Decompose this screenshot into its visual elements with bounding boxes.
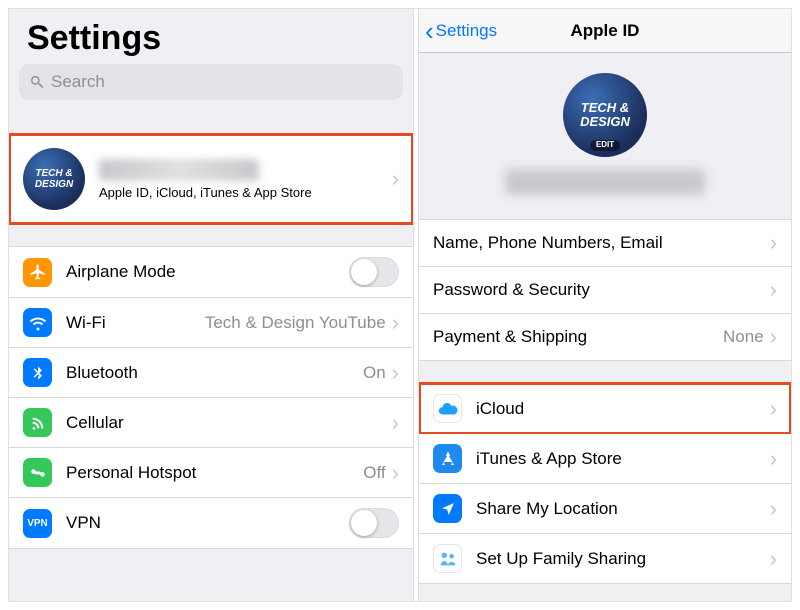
user-name-blurred xyxy=(99,159,259,181)
avatar-edit-pill[interactable]: EDIT xyxy=(590,140,620,151)
page-title: Settings xyxy=(9,9,413,64)
cellular-icon xyxy=(23,408,52,437)
location-icon xyxy=(433,494,462,523)
chevron-right-icon: › xyxy=(392,168,399,190)
wifi-row[interactable]: Wi-Fi Tech & Design YouTube › xyxy=(9,298,413,348)
icloud-label: iCloud xyxy=(476,399,770,419)
airplane-toggle[interactable] xyxy=(349,257,399,287)
back-label: Settings xyxy=(436,21,497,41)
airplane-icon xyxy=(23,258,52,287)
chevron-right-icon: › xyxy=(770,548,777,570)
search-placeholder: Search xyxy=(51,72,105,92)
payment-shipping-row[interactable]: Payment & Shipping None › xyxy=(419,314,791,361)
hotspot-icon xyxy=(23,458,52,487)
chevron-right-icon: › xyxy=(392,412,399,434)
avatar: TECH & DESIGN xyxy=(23,148,85,210)
search-icon xyxy=(29,74,45,90)
wifi-label: Wi-Fi xyxy=(66,313,205,333)
name-phone-email-row[interactable]: Name, Phone Numbers, Email › xyxy=(419,219,791,267)
chevron-right-icon: › xyxy=(770,448,777,470)
chevron-right-icon: › xyxy=(392,362,399,384)
chevron-right-icon: › xyxy=(770,498,777,520)
apple-id-row[interactable]: TECH & DESIGN Apple ID, iCloud, iTunes &… xyxy=(9,134,413,224)
chevron-right-icon: › xyxy=(770,279,777,301)
navbar: ‹ Settings Apple ID xyxy=(419,9,791,53)
avatar[interactable]: TECH & DESIGN EDIT xyxy=(563,73,647,157)
profile-header: TECH & DESIGN EDIT xyxy=(419,53,791,219)
airplane-label: Airplane Mode xyxy=(66,262,349,282)
share-location-row[interactable]: Share My Location › xyxy=(419,484,791,534)
family-sharing-row[interactable]: Set Up Family Sharing › xyxy=(419,534,791,584)
appstore-icon xyxy=(433,444,462,473)
chevron-right-icon: › xyxy=(770,232,777,254)
chevron-right-icon: › xyxy=(392,462,399,484)
apple-id-pane: ‹ Settings Apple ID TECH & DESIGN EDIT N… xyxy=(418,9,791,601)
hotspot-row[interactable]: Personal Hotspot Off › xyxy=(9,448,413,498)
user-name-blurred xyxy=(505,169,705,195)
payment-value: None xyxy=(723,327,764,347)
vpn-label: VPN xyxy=(66,513,349,533)
vpn-row[interactable]: VPN VPN xyxy=(9,498,413,549)
family-icon xyxy=(433,544,462,573)
back-button[interactable]: ‹ Settings xyxy=(425,18,497,44)
bluetooth-icon xyxy=(23,358,52,387)
share-location-label: Share My Location xyxy=(476,499,770,519)
vpn-icon: VPN xyxy=(23,509,52,538)
settings-pane: Settings Search TECH & DESIGN Apple ID, … xyxy=(9,9,414,601)
wifi-icon xyxy=(23,308,52,337)
icloud-icon xyxy=(433,394,462,423)
family-label: Set Up Family Sharing xyxy=(476,549,770,569)
hotspot-value: Off xyxy=(363,463,385,483)
itunes-label: iTunes & App Store xyxy=(476,449,770,469)
vpn-toggle[interactable] xyxy=(349,508,399,538)
chevron-right-icon: › xyxy=(770,398,777,420)
bluetooth-row[interactable]: Bluetooth On › xyxy=(9,348,413,398)
wifi-value: Tech & Design YouTube xyxy=(205,313,386,333)
password-security-row[interactable]: Password & Security › xyxy=(419,267,791,314)
search-input[interactable]: Search xyxy=(19,64,403,100)
apple-id-subtitle: Apple ID, iCloud, iTunes & App Store xyxy=(99,185,392,200)
navbar-title: Apple ID xyxy=(571,21,640,41)
hotspot-label: Personal Hotspot xyxy=(66,463,363,483)
cellular-row[interactable]: Cellular › xyxy=(9,398,413,448)
chevron-left-icon: ‹ xyxy=(425,18,434,44)
chevron-right-icon: › xyxy=(392,312,399,334)
bluetooth-value: On xyxy=(363,363,386,383)
itunes-row[interactable]: iTunes & App Store › xyxy=(419,434,791,484)
bluetooth-label: Bluetooth xyxy=(66,363,363,383)
airplane-mode-row[interactable]: Airplane Mode xyxy=(9,246,413,298)
cellular-label: Cellular xyxy=(66,413,392,433)
chevron-right-icon: › xyxy=(770,326,777,348)
icloud-row[interactable]: iCloud › xyxy=(419,383,791,434)
